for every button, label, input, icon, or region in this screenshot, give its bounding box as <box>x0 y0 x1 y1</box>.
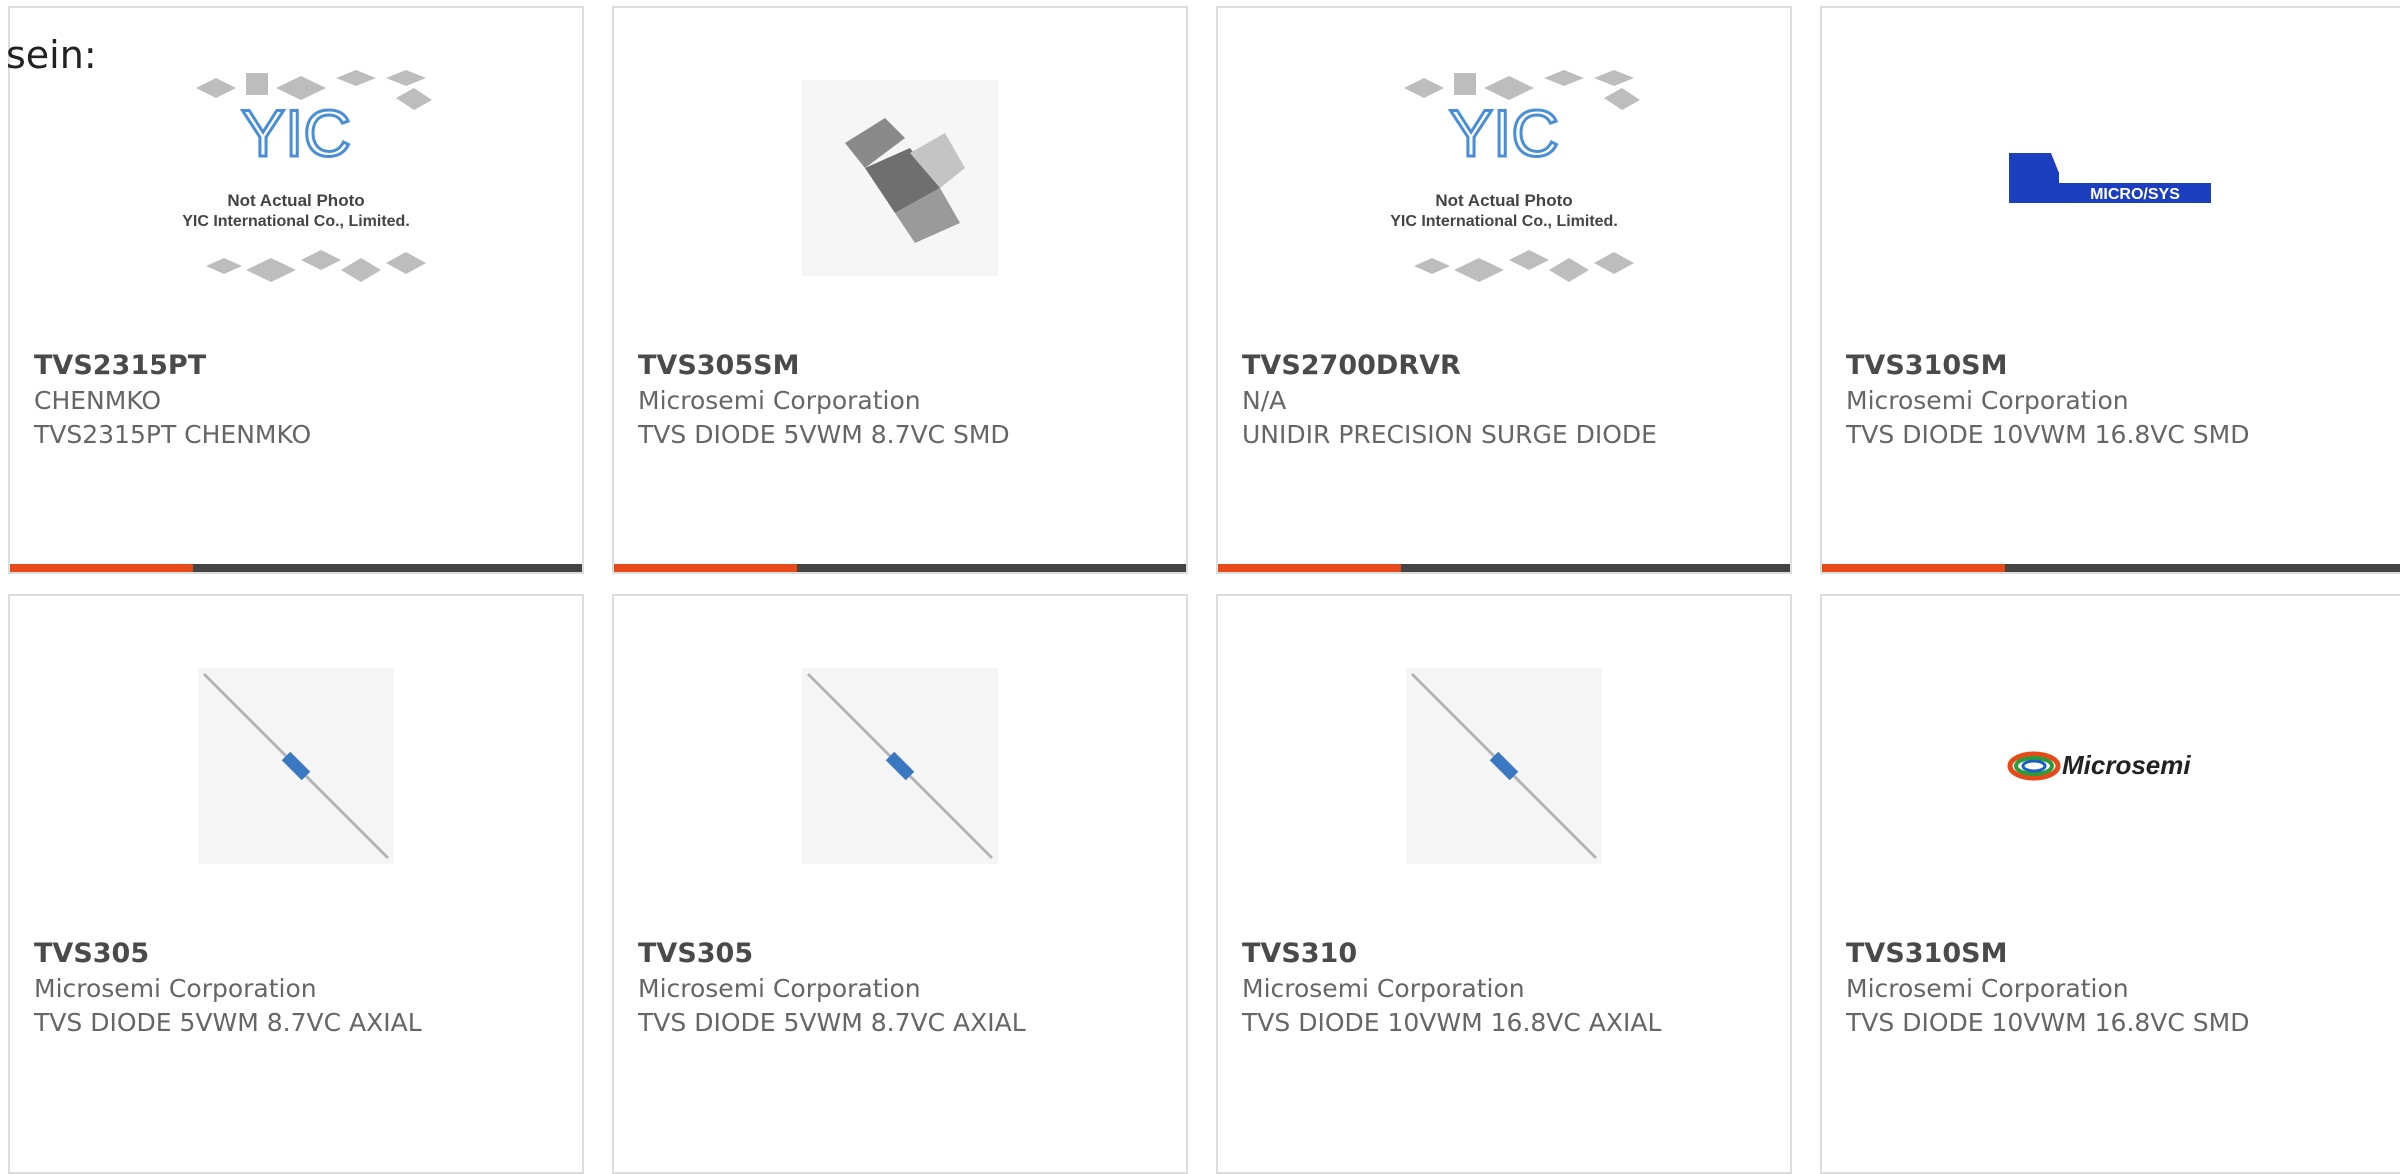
product-image[interactable] <box>1218 596 1790 936</box>
manufacturer: Microsemi Corporation <box>1242 974 1525 1003</box>
manufacturer: Microsemi Corporation <box>1846 386 2129 415</box>
product-image[interactable] <box>614 8 1186 348</box>
description: TVS DIODE 5VWM 8.7VC AXIAL <box>34 1008 422 1037</box>
card-footer-bar <box>614 564 1186 572</box>
svg-text:YIC: YIC <box>1449 96 1559 170</box>
card-footer-bar <box>10 564 582 572</box>
manufacturer: Microsemi Corporation <box>638 386 921 415</box>
product-card[interactable]: MICRO/SYS TVS310SM Microsemi Corporation… <box>1820 6 2400 574</box>
svg-text:YIC International Co., Limited: YIC International Co., Limited. <box>1390 213 1618 230</box>
description: TVS DIODE 10VWM 16.8VC AXIAL <box>1242 1008 1662 1037</box>
product-image[interactable] <box>614 596 1186 936</box>
product-image[interactable]: MICRO/SYS <box>1822 8 2400 348</box>
card-footer-bar <box>1822 564 2400 572</box>
lead-text: sein: <box>6 33 97 77</box>
svg-text:Not Actual Photo: Not Actual Photo <box>1435 191 1572 210</box>
axial-diode-icon <box>198 668 394 864</box>
product-card[interactable]: TVS310 Microsemi Corporation TVS DIODE 1… <box>1216 594 1792 1174</box>
product-card[interactable]: TVS305SM Microsemi Corporation TVS DIODE… <box>612 6 1188 574</box>
part-number[interactable]: TVS310SM <box>1846 938 2007 969</box>
axial-diode-icon <box>1406 668 1602 864</box>
manufacturer: Microsemi Corporation <box>638 974 921 1003</box>
card-footer-bar <box>1218 564 1790 572</box>
product-card[interactable]: YIC Not Actual Photo YIC International C… <box>1216 6 1792 574</box>
description: TVS DIODE 10VWM 16.8VC SMD <box>1846 1008 2250 1037</box>
svg-text:MICRO/SYS: MICRO/SYS <box>2090 186 2180 203</box>
description: TVS DIODE 5VWM 8.7VC SMD <box>638 420 1010 449</box>
manufacturer: Microsemi Corporation <box>34 974 317 1003</box>
manufacturer: CHENMKO <box>34 386 162 415</box>
part-number[interactable]: TVS305SM <box>638 350 799 381</box>
manufacturer: N/A <box>1242 386 1287 415</box>
product-image[interactable]: YIC Not Actual Photo YIC International C… <box>1218 8 1790 348</box>
description: UNIDIR PRECISION SURGE DIODE <box>1242 420 1657 449</box>
product-card[interactable]: TVS305 Microsemi Corporation TVS DIODE 5… <box>8 594 584 1174</box>
smd-diode-icon <box>802 80 998 276</box>
svg-text:YIC International Co., Limited: YIC International Co., Limited. <box>182 213 410 230</box>
svg-text:Not Actual Photo: Not Actual Photo <box>227 191 364 210</box>
manufacturer: Microsemi Corporation <box>1846 974 2129 1003</box>
part-number[interactable]: TVS305 <box>34 938 149 969</box>
description: TVS DIODE 10VWM 16.8VC SMD <box>1846 420 2250 449</box>
svg-text:YIC: YIC <box>241 96 351 170</box>
product-card[interactable]: YIC Not Actual Photo YIC International C… <box>8 6 584 574</box>
description: TVS2315PT CHENMKO <box>34 420 312 449</box>
microsemi-logo: Microsemi <box>2007 750 2191 781</box>
yic-placeholder-icon: YIC Not Actual Photo YIC International C… <box>182 70 432 282</box>
yic-placeholder-icon: YIC Not Actual Photo YIC International C… <box>1390 70 1640 282</box>
part-number[interactable]: TVS310SM <box>1846 350 2007 381</box>
part-number[interactable]: TVS2315PT <box>34 350 206 381</box>
product-card[interactable]: TVS305 Microsemi Corporation TVS DIODE 5… <box>612 594 1188 1174</box>
product-image[interactable] <box>10 596 582 936</box>
axial-diode-icon <box>802 668 998 864</box>
part-number[interactable]: TVS310 <box>1242 938 1357 969</box>
svg-text:Microsemi: Microsemi <box>2062 750 2191 780</box>
microsys-logo: MICRO/SYS <box>2009 153 2211 203</box>
product-card[interactable]: Microsemi TVS310SM Microsemi Corporation… <box>1820 594 2400 1174</box>
product-image[interactable]: Microsemi <box>1822 596 2400 936</box>
part-number[interactable]: TVS2700DRVR <box>1242 350 1461 381</box>
part-number[interactable]: TVS305 <box>638 938 753 969</box>
description: TVS DIODE 5VWM 8.7VC AXIAL <box>638 1008 1026 1037</box>
